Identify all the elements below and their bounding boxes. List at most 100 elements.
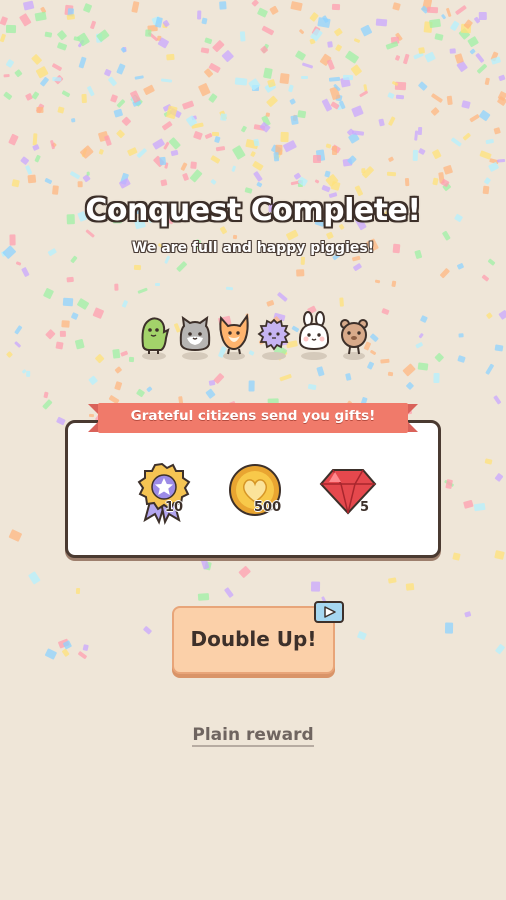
confetti-piece <box>328 76 340 82</box>
confetti-piece <box>198 83 211 97</box>
confetti-piece <box>327 41 334 48</box>
confetti-piece <box>90 20 98 30</box>
confetti-piece <box>20 156 30 166</box>
confetti-piece <box>49 139 56 150</box>
confetti-piece <box>347 155 358 165</box>
confetti-piece <box>219 110 227 121</box>
plain-reward-link[interactable]: Plain reward <box>0 725 506 747</box>
confetti-piece <box>28 570 42 584</box>
confetti-piece <box>52 77 62 82</box>
confetti-piece <box>483 177 492 185</box>
confetti-piece <box>464 610 472 618</box>
confetti-piece <box>374 279 381 284</box>
confetti-piece <box>130 95 137 103</box>
confetti-piece <box>252 138 260 147</box>
confetti-piece <box>269 5 279 15</box>
confetti-piece <box>490 50 499 61</box>
confetti-piece <box>185 115 197 128</box>
confetti-piece <box>387 577 397 584</box>
confetti-piece <box>213 135 221 143</box>
confetti-piece <box>104 134 113 146</box>
confetti-piece <box>39 6 47 14</box>
confetti-piece <box>145 29 152 37</box>
confetti-piece <box>75 588 81 595</box>
confetti-piece <box>426 7 439 14</box>
confetti-piece <box>223 586 234 598</box>
confetti-piece <box>15 260 22 266</box>
confetti-piece <box>21 267 30 277</box>
confetti-piece <box>181 173 189 182</box>
confetti-piece <box>462 18 473 30</box>
confetti-piece <box>207 63 221 75</box>
confetti-piece <box>296 110 306 119</box>
confetti-piece <box>133 264 141 271</box>
confetti-piece <box>418 81 428 91</box>
confetti-piece <box>2 91 13 101</box>
confetti-piece <box>210 154 221 163</box>
confetti-piece <box>330 144 341 154</box>
confetti-piece <box>204 36 213 44</box>
confetti-piece <box>479 150 492 161</box>
confetti-piece <box>57 41 68 51</box>
confetti-piece <box>441 182 452 192</box>
confetti-piece <box>39 76 50 87</box>
confetti-piece <box>445 622 454 634</box>
confetti-piece <box>412 149 418 161</box>
confetti-piece <box>463 499 474 509</box>
double-up-button[interactable]: Double Up! <box>172 606 335 674</box>
confetti-piece <box>147 24 158 33</box>
confetti-piece <box>121 46 127 53</box>
confetti-piece <box>120 46 128 53</box>
confetti-piece <box>56 416 66 426</box>
confetti-piece <box>449 20 460 32</box>
confetti-piece <box>95 33 103 43</box>
confetti-piece <box>180 162 188 171</box>
confetti-piece <box>345 372 352 381</box>
confetti-piece <box>245 138 259 150</box>
confetti-piece <box>351 256 361 262</box>
confetti-piece <box>162 20 171 28</box>
confetti-piece <box>449 47 456 54</box>
ribbon-medal-icon <box>137 462 191 526</box>
confetti-piece <box>325 231 334 240</box>
confetti-piece <box>323 170 330 178</box>
confetti-piece <box>360 24 373 36</box>
video-play-icon <box>313 600 345 624</box>
confetti-piece <box>290 1 303 12</box>
confetti-piece <box>333 27 343 37</box>
confetti-piece <box>98 130 110 142</box>
confetti-piece <box>394 81 406 90</box>
character-row <box>0 308 506 368</box>
reward-quantity: 5 <box>360 500 370 515</box>
confetti-piece <box>163 162 169 170</box>
confetti-piece <box>209 178 217 186</box>
page-title: Conquest Complete! <box>85 193 421 228</box>
confetti-piece <box>452 552 461 561</box>
confetti-piece <box>280 374 293 382</box>
confetti-piece <box>67 276 75 283</box>
confetti-piece <box>62 639 72 650</box>
confetti-piece <box>309 11 320 22</box>
confetti-piece <box>31 144 40 152</box>
confetti-piece <box>433 372 440 383</box>
confetti-piece <box>248 78 261 91</box>
confetti-piece <box>42 391 49 399</box>
confetti-piece <box>35 106 44 113</box>
confetti-piece <box>67 8 75 17</box>
confetti-piece <box>490 56 501 65</box>
confetti-piece <box>352 130 365 136</box>
confetti-piece <box>86 171 91 176</box>
confetti-piece <box>395 55 401 62</box>
confetti-piece <box>147 31 159 42</box>
confetti-piece <box>130 94 144 108</box>
confetti-piece <box>218 1 227 10</box>
confetti-piece <box>207 93 218 103</box>
confetti-piece <box>325 173 339 187</box>
confetti-piece <box>212 39 225 53</box>
confetti-piece <box>298 28 305 35</box>
confetti-piece <box>352 262 363 271</box>
confetti-piece <box>460 23 472 33</box>
confetti-piece <box>71 117 76 123</box>
confetti-piece <box>250 151 256 158</box>
confetti-piece <box>151 138 165 150</box>
